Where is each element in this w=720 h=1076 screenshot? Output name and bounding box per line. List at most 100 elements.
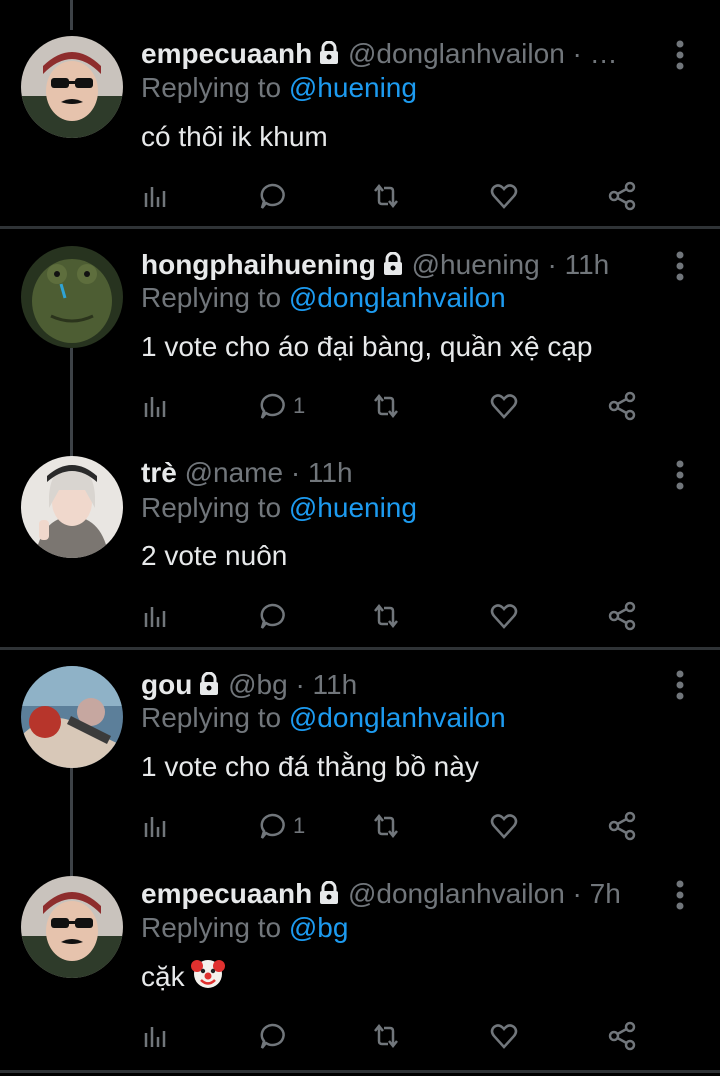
analytics-button[interactable] — [141, 806, 171, 846]
display-name[interactable]: trè — [141, 457, 177, 488]
tweet[interactable]: trè @name · 11h Replying to @huening 2 v… — [0, 439, 720, 647]
heart-icon — [489, 601, 519, 631]
display-name[interactable]: empecuaanh — [141, 38, 312, 69]
display-name[interactable]: gou — [141, 669, 192, 700]
analytics-button[interactable] — [141, 386, 171, 426]
replying-to-label: Replying to — [141, 72, 289, 103]
reply-icon — [257, 601, 287, 631]
share-button[interactable] — [607, 596, 637, 636]
tweet-header: empecuaanh @donglanhvailon · … — [141, 34, 670, 74]
tweet-actions — [141, 1016, 641, 1056]
like-button[interactable] — [489, 596, 519, 636]
analytics-icon — [141, 1021, 171, 1051]
reply-button[interactable]: 1 — [257, 386, 305, 426]
like-button[interactable] — [489, 1016, 519, 1056]
tweet-text: 1 vote cho đá thằng bồ này — [141, 751, 479, 782]
more-options-icon[interactable] — [674, 40, 686, 70]
replying-to: Replying to @donglanhvailon — [141, 280, 506, 316]
tweet-header: hongphaihuening @huening · 11h — [141, 245, 670, 285]
timestamp[interactable]: · 7h — [573, 878, 621, 909]
timestamp[interactable]: · 11h — [295, 669, 357, 700]
tweet[interactable]: hongphaihuening @huening · 11h Replying … — [0, 229, 720, 439]
share-button[interactable] — [607, 386, 637, 426]
reply-icon — [257, 181, 287, 211]
analytics-icon — [141, 181, 171, 211]
avatar[interactable] — [21, 246, 123, 348]
tweet-text: 2 vote nuôn — [141, 540, 288, 571]
analytics-button[interactable] — [141, 596, 171, 636]
user-handle[interactable]: @huening — [412, 249, 540, 280]
tweet[interactable]: empecuaanh @donglanhvailon · … Replying … — [0, 0, 720, 225]
mention-link[interactable]: @bg — [289, 912, 349, 943]
retweet-button[interactable] — [371, 1016, 401, 1056]
tweet-text: 1 vote cho áo đại bàng, quần xệ cạp — [141, 331, 593, 362]
analytics-button[interactable] — [141, 176, 171, 216]
retweet-icon — [371, 811, 401, 841]
reply-count: 1 — [293, 813, 306, 838]
lock-icon — [318, 876, 340, 914]
retweet-button[interactable] — [371, 806, 401, 846]
reply-button[interactable] — [257, 596, 293, 636]
tweet-header: trè @name · 11h — [141, 453, 670, 493]
heart-icon — [489, 181, 519, 211]
timestamp[interactable]: · … — [573, 38, 618, 69]
divider — [0, 1070, 720, 1073]
tweet[interactable]: gou @bg · 11h Replying to @donglanhvailo… — [0, 650, 720, 860]
analytics-button[interactable] — [141, 1016, 171, 1056]
like-button[interactable] — [489, 386, 519, 426]
retweet-icon — [371, 601, 401, 631]
user-handle[interactable]: @name — [185, 457, 283, 488]
more-options-icon[interactable] — [674, 880, 686, 910]
user-handle[interactable]: @donglanhvailon — [348, 38, 565, 69]
mention-link[interactable]: @donglanhvailon — [289, 282, 506, 313]
timestamp[interactable]: · 11h — [291, 457, 353, 488]
tweet-actions — [141, 176, 641, 216]
replying-to: Replying to @bg — [141, 910, 348, 946]
display-name[interactable]: hongphaihuening — [141, 249, 376, 280]
replying-to-label: Replying to — [141, 282, 289, 313]
lock-icon — [318, 36, 340, 74]
mention-link[interactable]: @huening — [289, 492, 417, 523]
avatar[interactable] — [21, 876, 123, 978]
reply-button[interactable] — [257, 1016, 293, 1056]
avatar[interactable] — [21, 456, 123, 558]
tweet-header: empecuaanh @donglanhvailon · 7h — [141, 874, 670, 914]
share-button[interactable] — [607, 1016, 637, 1056]
mention-link[interactable]: @huening — [289, 72, 417, 103]
mention-link[interactable]: @donglanhvailon — [289, 702, 506, 733]
user-handle[interactable]: @donglanhvailon — [348, 878, 565, 909]
like-button[interactable] — [489, 176, 519, 216]
avatar[interactable] — [21, 36, 123, 138]
user-handle[interactable]: @bg — [228, 669, 288, 700]
retweet-button[interactable] — [371, 176, 401, 216]
share-button[interactable] — [607, 176, 637, 216]
share-icon — [607, 181, 637, 211]
tweet-text-content: cặk — [141, 961, 185, 992]
more-options-icon[interactable] — [674, 251, 686, 281]
retweet-button[interactable] — [371, 386, 401, 426]
reply-button[interactable]: 1 — [257, 806, 305, 846]
avatar[interactable] — [21, 666, 123, 768]
analytics-icon — [141, 601, 171, 631]
heart-icon — [489, 811, 519, 841]
retweet-icon — [371, 391, 401, 421]
share-icon — [607, 811, 637, 841]
heart-icon — [489, 1021, 519, 1051]
reply-button[interactable] — [257, 176, 293, 216]
analytics-icon — [141, 391, 171, 421]
display-name[interactable]: empecuaanh — [141, 878, 312, 909]
reply-count: 1 — [293, 393, 306, 418]
more-options-icon[interactable] — [674, 460, 686, 490]
timestamp[interactable]: · 11h — [547, 249, 609, 280]
share-icon — [607, 391, 637, 421]
tweet-text: có thôi ik khum — [141, 121, 328, 152]
like-button[interactable] — [489, 806, 519, 846]
more-options-icon[interactable] — [674, 670, 686, 700]
reply-icon — [257, 391, 287, 421]
tweet-actions — [141, 596, 641, 636]
retweet-button[interactable] — [371, 596, 401, 636]
replying-to-label: Replying to — [141, 702, 289, 733]
clown-face-emoji-icon — [190, 956, 225, 1001]
tweet[interactable]: empecuaanh @donglanhvailon · 7h Replying… — [0, 860, 720, 1070]
share-button[interactable] — [607, 806, 637, 846]
